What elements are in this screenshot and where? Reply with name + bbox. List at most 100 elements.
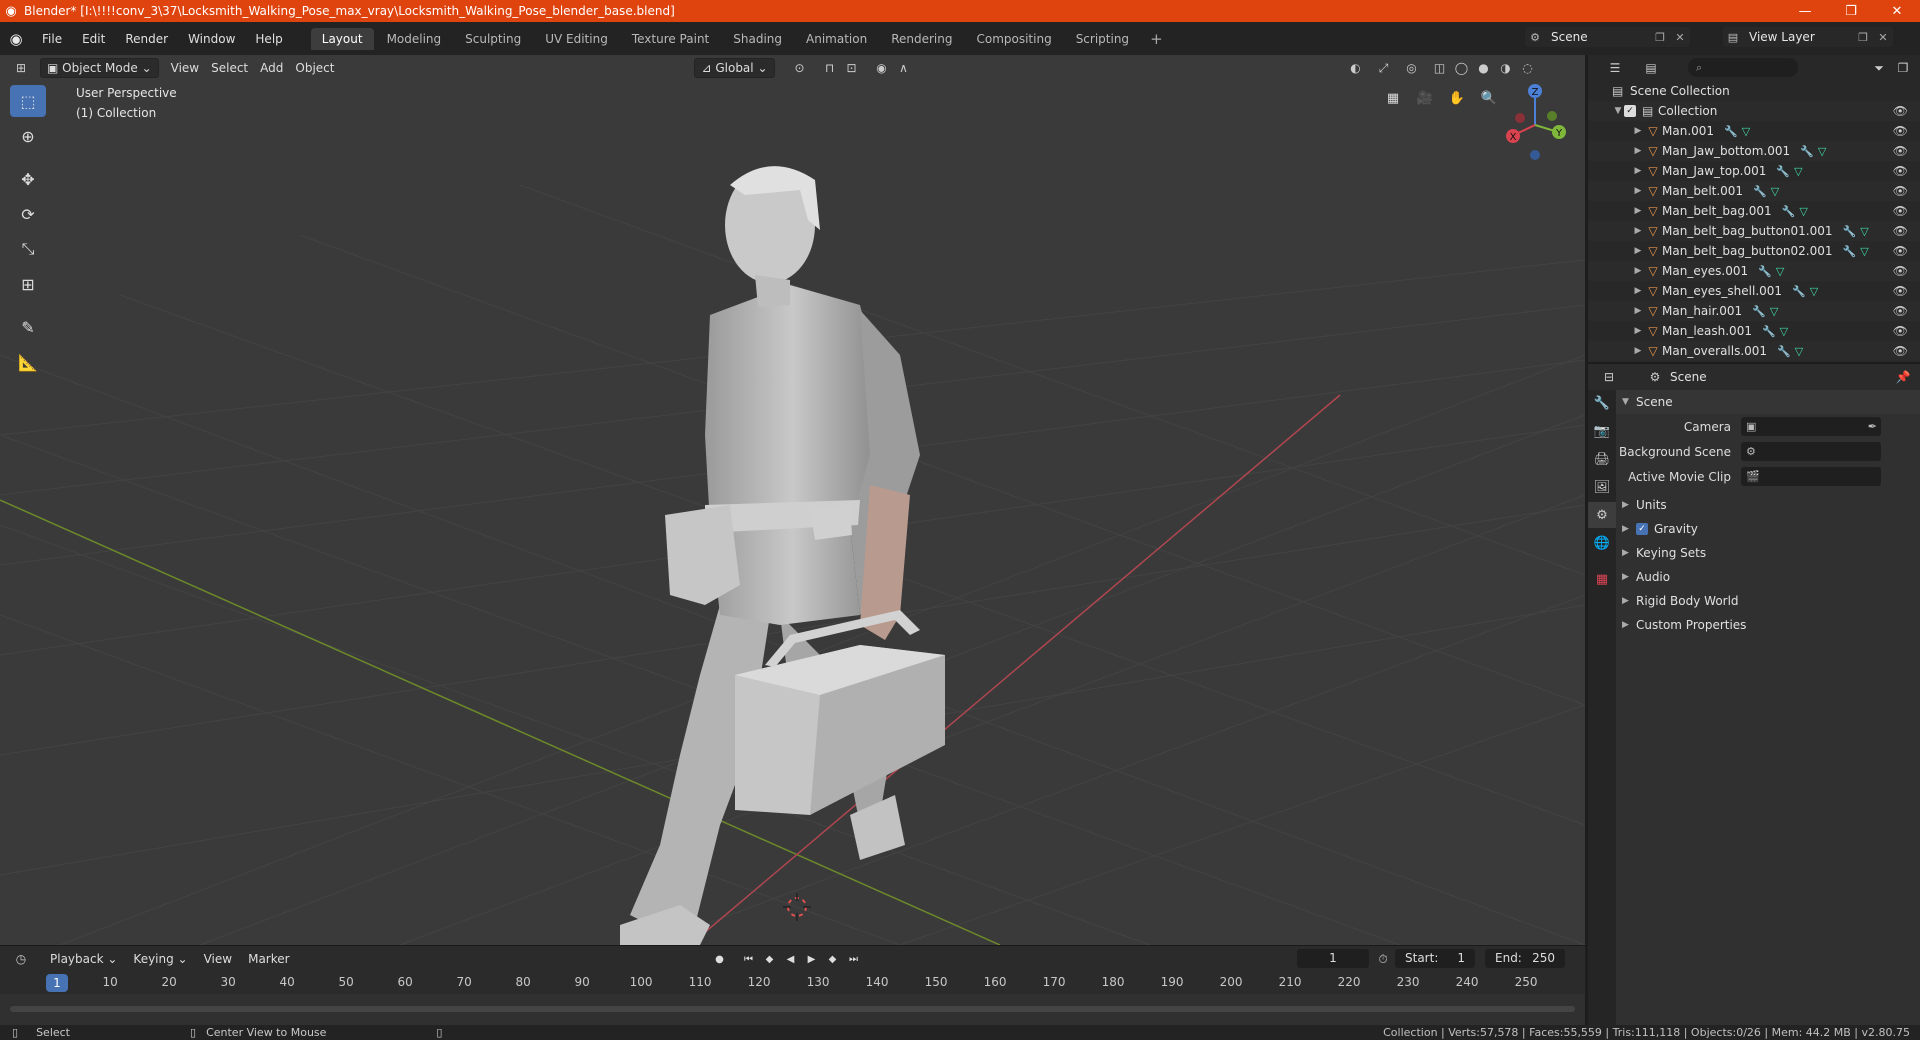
eye-icon[interactable]: 👁 [1893, 124, 1908, 138]
scene-selector[interactable]: ⚙ Scene ❐ ✕ [1525, 27, 1690, 47]
menu-window[interactable]: Window [178, 22, 245, 55]
eye-icon[interactable]: 👁 [1893, 224, 1908, 238]
frame-ruler[interactable]: 1 10 20 30 40 50 60 70 80 90 100 110 120 130 140 150 16… [0, 972, 1585, 994]
collection-checkbox[interactable]: ✓ [1624, 105, 1636, 117]
modifier-wrench-icon[interactable]: 🔧 [1753, 185, 1767, 198]
current-frame-indicator[interactable]: 1 [46, 974, 68, 992]
filter-icon[interactable]: ⏷ [1868, 58, 1890, 78]
mesh-data-icon[interactable]: ▽ [1818, 145, 1826, 158]
custom-properties-panel-header[interactable]: ▶ Custom Properties [1616, 613, 1920, 637]
delete-scene-icon[interactable]: ✕ [1670, 31, 1690, 44]
scale-tool-icon[interactable]: ⤡ [10, 233, 46, 265]
tab-sculpting[interactable]: Sculpting [454, 28, 532, 50]
eye-icon[interactable]: 👁 [1893, 144, 1908, 158]
tab-rendering[interactable]: Rendering [880, 28, 963, 50]
mesh-data-icon[interactable]: ▽ [1860, 245, 1868, 258]
mesh-data-icon[interactable]: ▽ [1770, 305, 1778, 318]
mesh-data-icon[interactable]: ▽ [1860, 225, 1868, 238]
3d-viewport[interactable]: ⊞ ▣ Object Mode ⌄ View Select Add Object… [0, 55, 1585, 945]
modifier-wrench-icon[interactable]: 🔧 [1762, 325, 1776, 338]
stopwatch-icon[interactable]: ⏱ [1372, 949, 1394, 969]
mesh-data-icon[interactable]: ▽ [1794, 165, 1802, 178]
menu-view[interactable]: View [165, 58, 205, 78]
display-mode-icon[interactable]: ▤ [1640, 58, 1662, 78]
expand-arrow-icon[interactable]: ▶ [1632, 306, 1644, 316]
modifier-wrench-icon[interactable]: 🔧 [1843, 225, 1857, 238]
outliner-object-row[interactable]: ▶ ▽ Man_belt_bag_button02.001 🔧 ▽ 👁 [1588, 241, 1920, 261]
menu-select[interactable]: Select [205, 58, 254, 78]
expand-arrow-icon[interactable]: ▶ [1632, 186, 1644, 196]
editor-type-icon[interactable]: ⊞ [10, 58, 32, 78]
modifier-wrench-icon[interactable]: 🔧 [1800, 145, 1814, 158]
new-scene-icon[interactable]: ❐ [1650, 31, 1670, 44]
outliner-object-row[interactable]: ▶ ▽ Man_overalls.001 🔧 ▽ 👁 [1588, 341, 1920, 361]
gizmo-toggle-icon[interactable]: ⤢ [1373, 58, 1395, 78]
record-icon[interactable]: ● [710, 949, 729, 969]
collection-row[interactable]: ▼ ✓ ▤ Collection 👁 [1588, 101, 1920, 121]
annotate-tool-icon[interactable]: ✎ [10, 311, 46, 343]
tab-layout[interactable]: Layout [310, 27, 374, 50]
pin-icon[interactable]: 📌 [1892, 367, 1914, 387]
jump-end-icon[interactable]: ⏭ [844, 949, 863, 969]
mesh-data-icon[interactable]: ▽ [1780, 325, 1788, 338]
eye-icon[interactable]: 👁 [1893, 244, 1908, 258]
properties-editor[interactable]: ⊟ ⚙ Scene 📌 🔧 📷 🖨 🖼 ⚙ 🌐 ▦ ▼ Scene Camera… [1588, 362, 1920, 1027]
scene-panel-header[interactable]: ▼ Scene [1616, 390, 1920, 414]
outliner-object-row[interactable]: ▶ ▽ Man_hair.001 🔧 ▽ 👁 [1588, 301, 1920, 321]
tab-compositing[interactable]: Compositing [965, 28, 1062, 50]
modifier-wrench-icon[interactable]: 🔧 [1777, 345, 1791, 358]
modifier-wrench-icon[interactable]: 🔧 [1752, 305, 1766, 318]
units-panel-header[interactable]: ▶ Units [1616, 493, 1920, 517]
scene-tab-icon[interactable]: ⚙ [1588, 502, 1616, 528]
camera-field[interactable]: ▣ ✒ [1741, 417, 1881, 436]
tab-texture-paint[interactable]: Texture Paint [621, 28, 720, 50]
wireframe-shading-icon[interactable]: ◯ [1451, 58, 1473, 78]
active-movie-clip-field[interactable]: 🎬 [1741, 467, 1881, 486]
expand-arrow-icon[interactable]: ▶ [1632, 286, 1644, 296]
properties-editor-type-icon[interactable]: ⊟ [1598, 367, 1620, 387]
menu-keying[interactable]: Keying ⌄ [125, 952, 195, 966]
navigation-gizmo[interactable]: Z Y X [1500, 80, 1570, 160]
menu-object[interactable]: Object [289, 58, 340, 78]
modifier-wrench-icon[interactable]: 🔧 [1843, 245, 1857, 258]
mesh-data-icon[interactable]: ▽ [1799, 205, 1807, 218]
scene-name[interactable]: Scene [1545, 30, 1650, 44]
pan-view-icon[interactable]: ✋ [1444, 85, 1470, 111]
add-workspace-icon[interactable]: + [1142, 30, 1171, 48]
new-view-layer-icon[interactable]: ❐ [1853, 31, 1873, 44]
output-tab-icon[interactable]: 🖨 [1588, 446, 1616, 472]
object-mode-dropdown[interactable]: ▣ Object Mode ⌄ [40, 58, 159, 78]
eye-icon[interactable]: 👁 [1893, 344, 1908, 358]
view-layer-tab-icon[interactable]: 🖼 [1588, 474, 1616, 500]
play-reverse-icon[interactable]: ◀ [781, 949, 800, 969]
outliner-object-row[interactable]: ▶ ▽ Man.001 🔧 ▽ 👁 [1588, 121, 1920, 141]
eye-icon[interactable]: 👁 [1893, 284, 1908, 298]
new-collection-icon[interactable]: ❐ [1892, 58, 1914, 78]
toggle-ortho-icon[interactable]: ▦ [1380, 85, 1406, 111]
tab-modeling[interactable]: Modeling [376, 28, 453, 50]
eye-icon[interactable]: 👁 [1893, 164, 1908, 178]
gravity-checkbox[interactable]: ✓ [1636, 523, 1648, 535]
overlays-icon[interactable]: ◎ [1401, 58, 1423, 78]
menu-edit[interactable]: Edit [72, 22, 115, 55]
locksmith-model[interactable] [620, 166, 945, 945]
gravity-panel-header[interactable]: ▶ ✓ Gravity [1616, 517, 1920, 541]
modifier-wrench-icon[interactable]: 🔧 [1724, 125, 1738, 138]
expand-arrow-icon[interactable]: ▶ [1632, 326, 1644, 336]
menu-marker[interactable]: Marker [240, 952, 297, 966]
collapse-arrow-icon[interactable]: ▼ [1612, 106, 1624, 116]
tab-animation[interactable]: Animation [795, 28, 878, 50]
menu-playback[interactable]: Playback ⌄ [42, 952, 125, 966]
eye-icon[interactable]: 👁 [1893, 204, 1908, 218]
solid-shading-icon[interactable]: ● [1473, 58, 1495, 78]
maximize-button[interactable]: ❐ [1828, 0, 1874, 22]
view-layer-selector[interactable]: ▤ View Layer ❐ ✕ [1723, 27, 1893, 47]
move-tool-icon[interactable]: ✥ [10, 163, 46, 195]
mesh-data-icon[interactable]: ▽ [1810, 285, 1818, 298]
modifier-wrench-icon[interactable]: 🔧 [1792, 285, 1806, 298]
menu-add[interactable]: Add [254, 58, 289, 78]
minimize-button[interactable]: — [1782, 0, 1828, 22]
timeline-editor-type-icon[interactable]: ◷ [10, 949, 32, 969]
expand-arrow-icon[interactable]: ▶ [1632, 206, 1644, 216]
rendered-shading-icon[interactable]: ◌ [1517, 58, 1539, 78]
